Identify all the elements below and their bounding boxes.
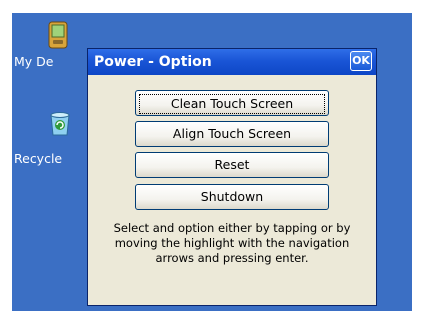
reset-button[interactable]: Reset — [135, 152, 329, 178]
dialog-title: Power - Option — [94, 54, 212, 70]
shutdown-button[interactable]: Shutdown — [135, 184, 329, 210]
dialog-instructions: Select and option either by tapping or b… — [113, 221, 351, 265]
desktop: My De Recycle Power - Option OK Clean To… — [12, 13, 412, 311]
clean-touch-screen-button[interactable]: Clean Touch Screen — [135, 90, 329, 116]
my-device-icon[interactable] — [47, 21, 69, 53]
screen-frame: My De Recycle Power - Option OK Clean To… — [0, 0, 422, 313]
ok-button[interactable]: OK — [350, 51, 372, 71]
dialog-titlebar: Power - Option OK — [88, 49, 376, 75]
align-touch-screen-button[interactable]: Align Touch Screen — [135, 121, 329, 147]
button-label: Shutdown — [200, 189, 264, 204]
desktop-icon-label-my-device[interactable]: My De — [14, 54, 53, 69]
recycle-bin-icon[interactable] — [47, 109, 73, 141]
power-option-dialog: Power - Option OK Clean Touch Screen Ali… — [87, 48, 377, 306]
button-label: Clean Touch Screen — [139, 94, 325, 114]
button-label: Align Touch Screen — [172, 126, 292, 141]
desktop-icon-label-recycle-bin[interactable]: Recycle — [14, 151, 62, 166]
button-label: Reset — [214, 157, 250, 172]
